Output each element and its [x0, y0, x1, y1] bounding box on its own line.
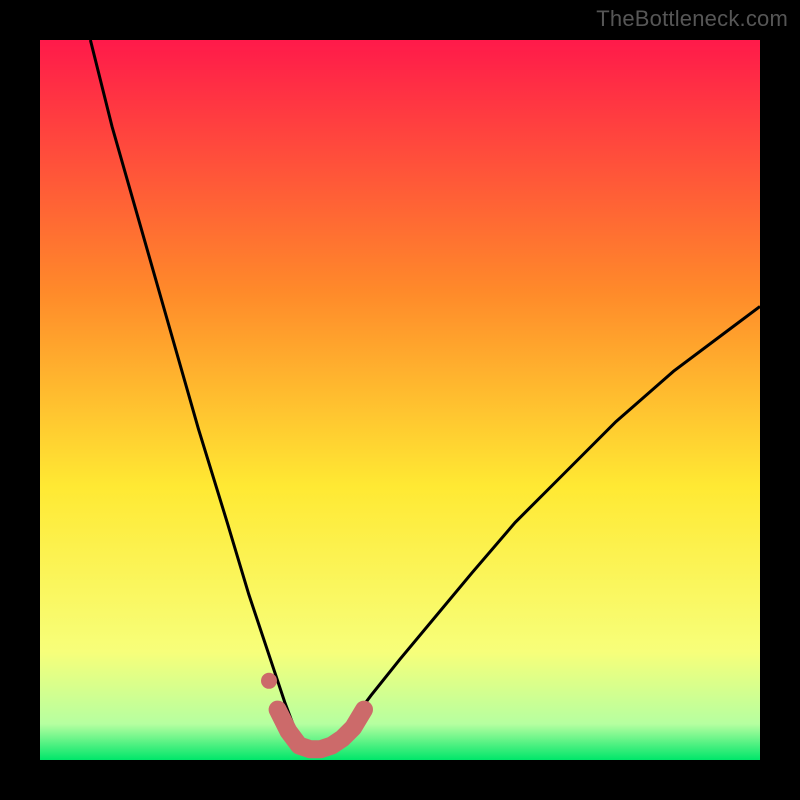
- chart-frame: TheBottleneck.com: [0, 0, 800, 800]
- watermark-text: TheBottleneck.com: [596, 6, 788, 32]
- plot-area: [40, 40, 760, 760]
- gradient-background: [40, 40, 760, 760]
- chart-svg: [40, 40, 760, 760]
- sweet-spot-dot: [261, 673, 277, 689]
